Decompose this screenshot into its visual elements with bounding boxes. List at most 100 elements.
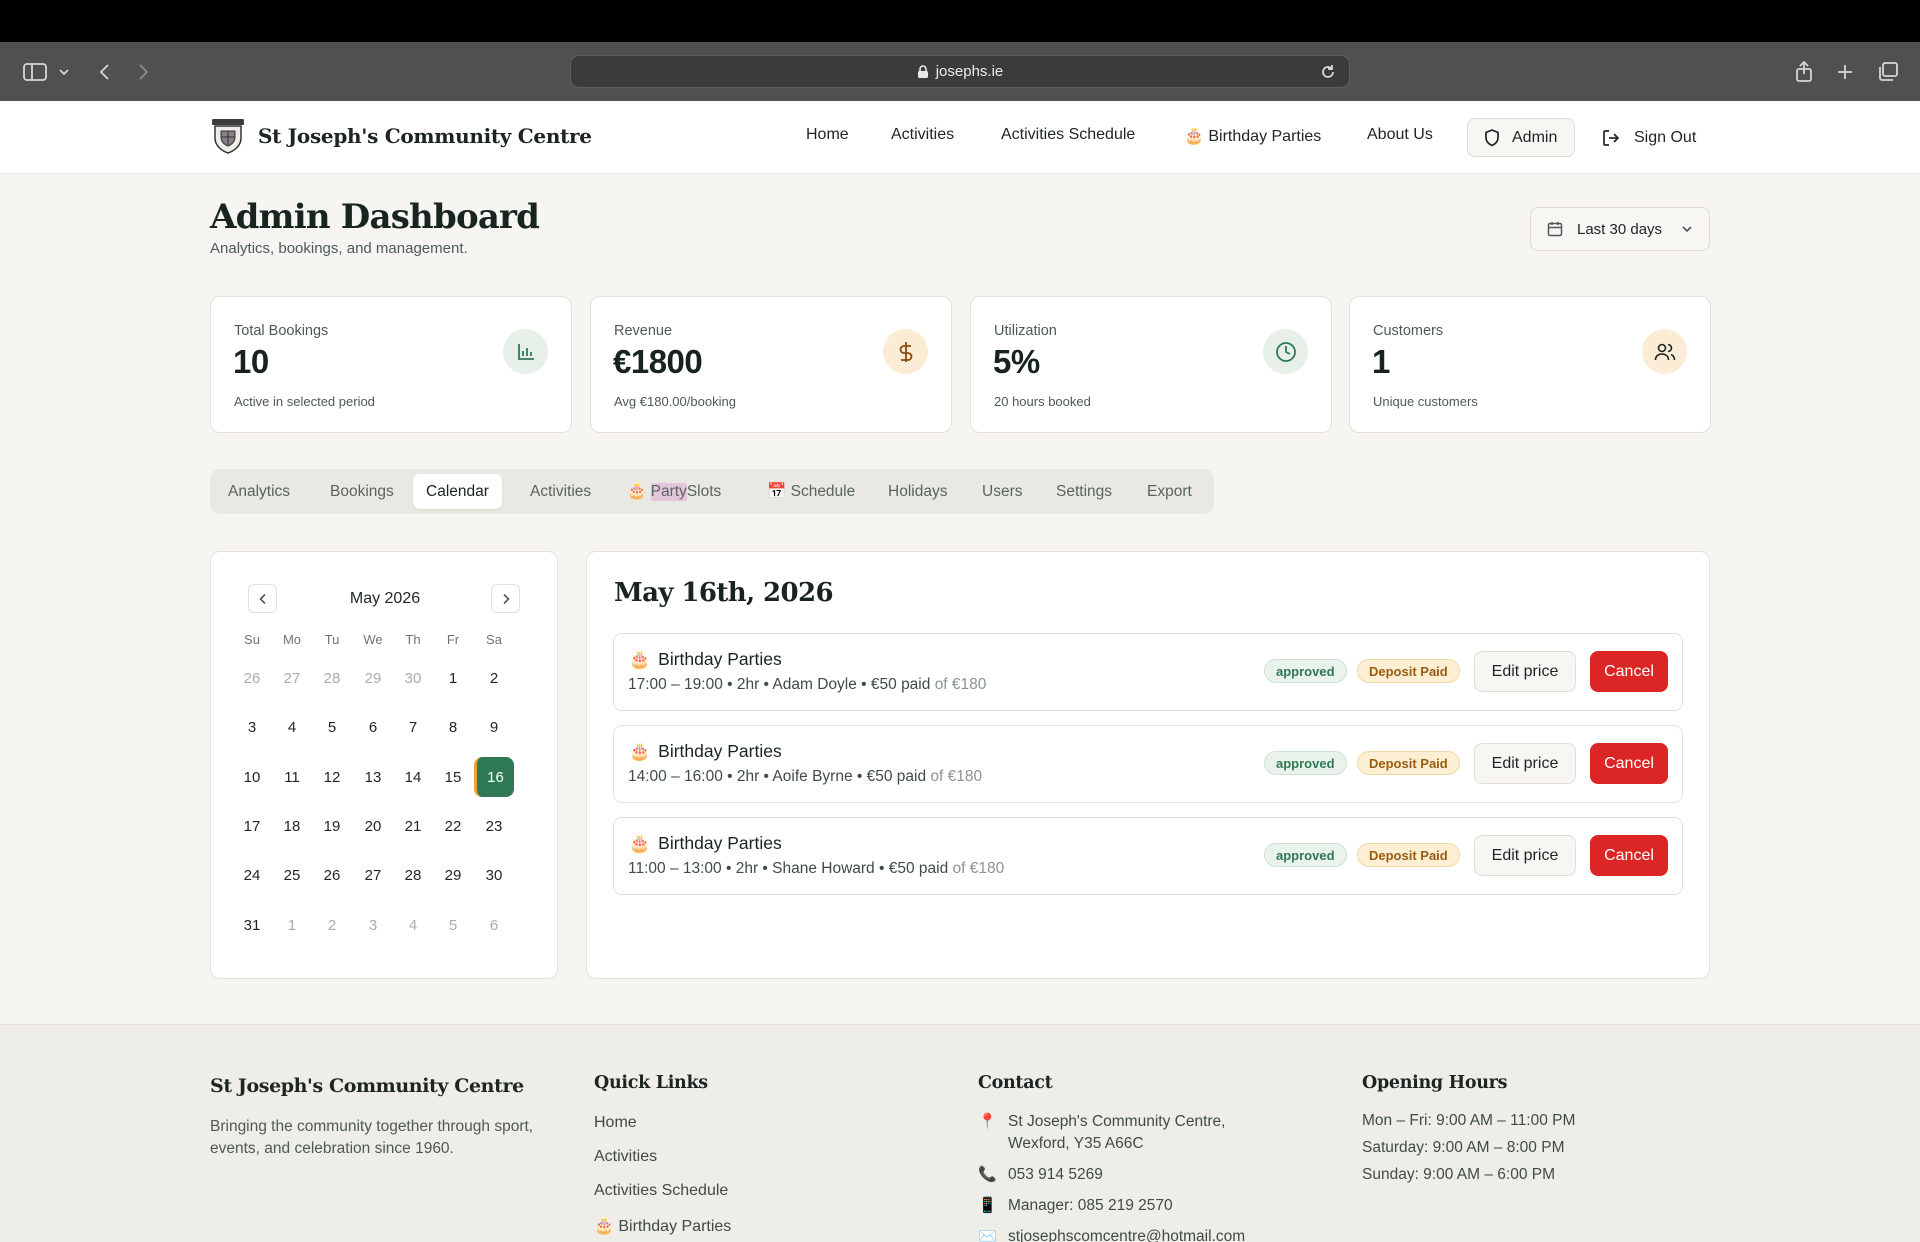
calendar-day[interactable]: 28	[393, 855, 433, 895]
contact-address: 📍 St Joseph's Community Centre, Wexford, …	[978, 1111, 1225, 1155]
calendar-day[interactable]: 29	[433, 855, 473, 895]
chevron-down-icon[interactable]	[56, 42, 72, 101]
calendar-day[interactable]: 30	[474, 855, 514, 895]
next-month-button[interactable]	[491, 584, 520, 613]
calendar-day[interactable]: 15	[433, 757, 473, 797]
nav-birthday-parties[interactable]: 🎂 Birthday Parties	[1184, 126, 1321, 146]
calendar-day[interactable]: 4	[272, 707, 312, 747]
calendar-day-outside[interactable]: 3	[353, 905, 393, 945]
contact-phone[interactable]: 📞 053 914 5269	[978, 1164, 1103, 1186]
calendar-day[interactable]: 14	[393, 757, 433, 797]
tab-settings[interactable]: Settings	[1043, 474, 1125, 509]
sign-out-button[interactable]: Sign Out	[1602, 118, 1696, 157]
tab-holidays[interactable]: Holidays	[875, 474, 960, 509]
calendar-day[interactable]: 5	[312, 707, 352, 747]
cancel-button[interactable]: Cancel	[1590, 651, 1668, 692]
calendar-day-outside[interactable]: 1	[272, 905, 312, 945]
calendar-day-outside[interactable]: 26	[232, 658, 272, 698]
calendar-day[interactable]: 12	[312, 757, 352, 797]
calendar-day-outside[interactable]: 2	[312, 905, 352, 945]
tabs-overview-icon[interactable]	[1876, 42, 1900, 101]
calendar-day-outside[interactable]: 28	[312, 658, 352, 698]
admin-button[interactable]: Admin	[1467, 118, 1575, 157]
calendar-day-outside[interactable]: 6	[474, 905, 514, 945]
back-icon[interactable]	[94, 42, 114, 101]
share-icon[interactable]	[1794, 42, 1814, 101]
calendar-day[interactable]: 19	[312, 806, 352, 846]
crest-logo-icon	[212, 119, 244, 154]
cancel-button[interactable]: Cancel	[1590, 743, 1668, 784]
bar-chart-icon	[503, 329, 548, 374]
calendar-day[interactable]: 22	[433, 806, 473, 846]
sign-out-label: Sign Out	[1634, 128, 1697, 146]
calendar-day[interactable]: 3	[232, 707, 272, 747]
calendar-day[interactable]: 16	[474, 757, 514, 797]
calendar-day[interactable]: 9	[474, 707, 514, 747]
contact-manager[interactable]: 📱 Manager: 085 219 2570	[978, 1195, 1173, 1217]
calendar-day-outside[interactable]: 4	[393, 905, 433, 945]
tab-activities[interactable]: Activities	[517, 474, 604, 509]
footer-link-activities-schedule[interactable]: Activities Schedule	[594, 1182, 728, 1200]
calendar-day-outside[interactable]: 27	[272, 658, 312, 698]
calendar-day[interactable]: 26	[312, 855, 352, 895]
location-pin-icon: 📍	[978, 1113, 997, 1130]
stat-note: Avg €180.00/booking	[614, 394, 736, 409]
nav-activities-schedule[interactable]: Activities Schedule	[1001, 126, 1135, 144]
calendar-day[interactable]: 1	[433, 658, 473, 698]
tab-bookings[interactable]: Bookings	[317, 474, 407, 509]
calendar-day[interactable]: 31	[232, 905, 272, 945]
footer-link-birthday-parties[interactable]: 🎂 Birthday Parties	[594, 1216, 731, 1236]
edit-price-button[interactable]: Edit price	[1474, 651, 1576, 692]
nav-activities[interactable]: Activities	[891, 126, 954, 144]
tab-analytics[interactable]: Analytics	[215, 474, 303, 509]
tab-party-slots[interactable]: 🎂 Party Slots	[614, 474, 734, 509]
calendar-day[interactable]: 17	[232, 806, 272, 846]
status-badge: approved	[1264, 843, 1347, 867]
tab-schedule[interactable]: 📅 Schedule	[754, 474, 868, 509]
calendar-day[interactable]: 23	[474, 806, 514, 846]
forward-icon[interactable]	[134, 42, 154, 101]
edit-price-button[interactable]: Edit price	[1474, 835, 1576, 876]
calendar-day-outside[interactable]: 5	[433, 905, 473, 945]
tab-users[interactable]: Users	[969, 474, 1035, 509]
reload-icon[interactable]	[1319, 63, 1337, 81]
calendar-day[interactable]: 27	[353, 855, 393, 895]
sidebar-toggle-icon[interactable]	[20, 42, 50, 101]
browser-toolbar: josephs.ie	[0, 42, 1920, 101]
site-footer: St Joseph's Community Centre Bringing th…	[0, 1024, 1920, 1242]
date-range-select[interactable]: Last 30 days	[1530, 207, 1710, 251]
booking-row: 🎂 Birthday Parties 11:00 – 13:00 • 2hr • …	[613, 817, 1683, 895]
tab-export[interactable]: Export	[1134, 474, 1205, 509]
weekday-label: Fr	[446, 632, 460, 647]
calendar-day[interactable]: 11	[272, 757, 312, 797]
new-tab-icon[interactable]	[1834, 42, 1856, 101]
footer-link-activities[interactable]: Activities	[594, 1148, 657, 1166]
stat-label: Total Bookings	[234, 323, 329, 339]
hours-weekdays: Mon – Fri: 9:00 AM – 11:00 PM	[1362, 1112, 1576, 1129]
calendar-day[interactable]: 13	[353, 757, 393, 797]
nav-about-us[interactable]: About Us	[1367, 126, 1433, 144]
calendar-day[interactable]: 25	[272, 855, 312, 895]
calendar-day-outside[interactable]: 30	[393, 658, 433, 698]
nav-home[interactable]: Home	[806, 126, 849, 144]
stat-value: 5%	[993, 343, 1040, 380]
contact-email[interactable]: ✉️ stjosephscomcentre@hotmail.com	[978, 1226, 1245, 1242]
cancel-button[interactable]: Cancel	[1590, 835, 1668, 876]
calendar-day[interactable]: 10	[232, 757, 272, 797]
calendar-day[interactable]: 7	[393, 707, 433, 747]
calendar-day[interactable]: 18	[272, 806, 312, 846]
tab-party-slots-cake: 🎂	[627, 483, 647, 500]
calendar-day[interactable]: 8	[433, 707, 473, 747]
edit-price-button[interactable]: Edit price	[1474, 743, 1576, 784]
calendar-day[interactable]: 24	[232, 855, 272, 895]
calendar-day[interactable]: 6	[353, 707, 393, 747]
calendar-day[interactable]: 2	[474, 658, 514, 698]
calendar-day[interactable]: 21	[393, 806, 433, 846]
footer-link-home[interactable]: Home	[594, 1114, 637, 1132]
address-bar[interactable]: josephs.ie	[570, 55, 1350, 88]
tab-calendar[interactable]: Calendar	[413, 474, 502, 509]
booking-row: 🎂 Birthday Parties 14:00 – 16:00 • 2hr • …	[613, 725, 1683, 803]
brand[interactable]: St Joseph's Community Centre	[210, 117, 592, 155]
calendar-day-outside[interactable]: 29	[353, 658, 393, 698]
calendar-day[interactable]: 20	[353, 806, 393, 846]
